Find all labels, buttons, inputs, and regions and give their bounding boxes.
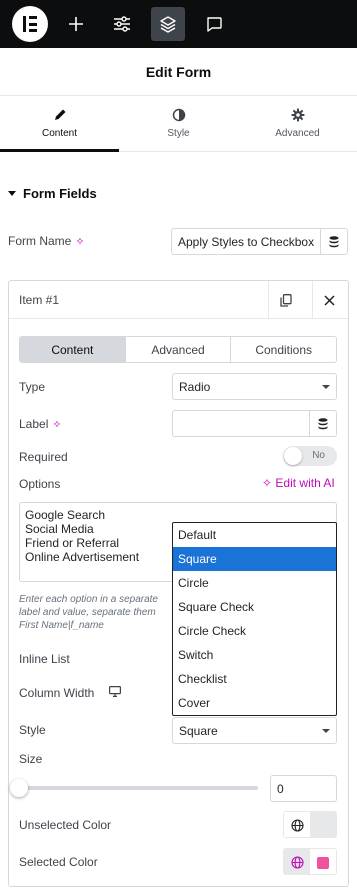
globe-icon[interactable] xyxy=(284,812,310,837)
field-label-input[interactable] xyxy=(172,410,310,437)
options-help-text: Enter each option in a separate label an… xyxy=(19,594,158,631)
form-name-label: Form Name ✧ xyxy=(8,234,85,248)
type-select[interactable]: Radio xyxy=(172,373,337,400)
inline-list-label: Inline List xyxy=(19,652,70,666)
selected-color-control xyxy=(283,848,337,875)
dropdown-option[interactable]: Circle xyxy=(173,571,336,595)
top-toolbar xyxy=(0,0,357,48)
form-name-input[interactable]: Apply Styles to Checkbox xyxy=(171,228,321,255)
dropdown-option[interactable]: Default xyxy=(173,523,336,547)
database-icon[interactable] xyxy=(320,228,348,255)
item-subtabs: Content Advanced Conditions xyxy=(19,336,337,363)
database-icon[interactable] xyxy=(309,410,337,437)
globe-icon[interactable] xyxy=(284,849,310,874)
dropdown-option[interactable]: Switch xyxy=(173,643,336,667)
desktop-icon[interactable] xyxy=(109,686,121,697)
required-label: Required xyxy=(19,450,68,464)
close-icon[interactable] xyxy=(312,281,346,319)
size-slider-track[interactable] xyxy=(19,786,258,790)
ai-sparkle-icon: ✧ xyxy=(262,476,273,490)
page-title: Edit Form xyxy=(145,63,212,80)
style-label: Style xyxy=(19,723,46,737)
selected-color-swatch[interactable] xyxy=(310,849,336,874)
unselected-color-control xyxy=(283,811,337,838)
type-label: Type xyxy=(19,380,46,394)
repeater-item-title: Item #1 xyxy=(19,293,60,307)
field-label-label: Label ✧ xyxy=(19,417,62,431)
tab-advanced[interactable]: Advanced xyxy=(238,96,357,151)
options-label: Options xyxy=(19,477,61,491)
elementor-logo-icon[interactable] xyxy=(12,6,48,42)
pencil-icon xyxy=(54,109,65,120)
caret-down-icon xyxy=(8,191,16,196)
toggle-knob xyxy=(284,447,302,465)
subtab-content[interactable]: Content xyxy=(20,337,126,362)
tab-label: Advanced xyxy=(275,128,320,139)
unselected-color-swatch[interactable] xyxy=(310,812,336,837)
size-input[interactable]: 0 xyxy=(270,775,337,802)
tab-content[interactable]: Content xyxy=(0,96,119,152)
subtab-advanced[interactable]: Advanced xyxy=(126,337,232,362)
tab-label: Content xyxy=(41,128,78,139)
panel-tabs: Content Style Advanced xyxy=(0,96,357,152)
size-label: Size xyxy=(19,752,43,766)
ai-sparkle-icon[interactable]: ✧ xyxy=(75,236,84,248)
size-slider-handle[interactable] xyxy=(10,779,28,797)
required-toggle[interactable]: No xyxy=(283,446,337,466)
repeater-item-header[interactable]: Item #1 xyxy=(9,281,348,319)
chat-icon[interactable] xyxy=(197,7,231,41)
dropdown-option[interactable]: Cover xyxy=(173,691,336,715)
tab-style[interactable]: Style xyxy=(119,96,238,151)
sliders-icon[interactable] xyxy=(105,7,139,41)
section-form-fields[interactable]: Form Fields xyxy=(8,186,97,201)
toggle-state: No xyxy=(312,450,325,461)
plus-icon[interactable] xyxy=(59,7,93,41)
selected-color-label: Selected Color xyxy=(19,855,98,869)
dropdown-option-selected[interactable]: Square xyxy=(173,547,336,571)
chevron-down-icon xyxy=(322,728,330,733)
style-dropdown-list: Default Square Circle Square Check Circl… xyxy=(172,522,337,716)
layers-icon[interactable] xyxy=(151,7,185,41)
dropdown-option[interactable]: Circle Check xyxy=(173,619,336,643)
option-line: Google Search xyxy=(25,508,106,522)
chevron-down-icon xyxy=(322,384,330,389)
column-width-label: Column Width xyxy=(19,686,95,700)
style-select[interactable]: Square xyxy=(172,717,337,744)
dropdown-option[interactable]: Square Check xyxy=(173,595,336,619)
unselected-color-label: Unselected Color xyxy=(19,818,112,832)
dropdown-option[interactable]: Checklist xyxy=(173,667,336,691)
edit-with-ai-link[interactable]: ✧ Edit with AI xyxy=(262,476,335,490)
ai-sparkle-icon[interactable]: ✧ xyxy=(52,419,61,431)
panel-header: Edit Form xyxy=(0,48,357,96)
tab-label: Style xyxy=(167,128,190,139)
subtab-conditions[interactable]: Conditions xyxy=(231,337,336,362)
duplicate-icon[interactable] xyxy=(268,281,302,319)
gear-icon xyxy=(291,108,304,122)
half-circle-icon xyxy=(172,108,185,122)
section-title: Form Fields xyxy=(23,186,97,201)
